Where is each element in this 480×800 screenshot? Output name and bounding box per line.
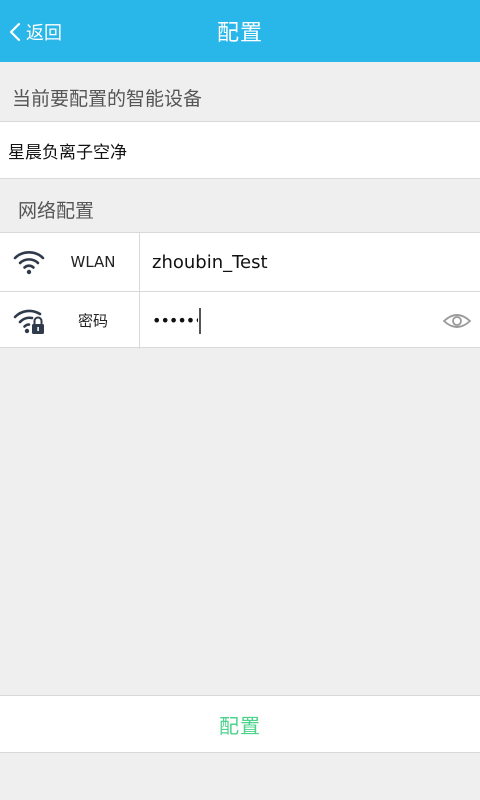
wifi-lock-icon — [13, 309, 44, 334]
ssid-input[interactable] — [152, 251, 432, 273]
chevron-left-icon — [9, 22, 21, 42]
password-label: 密码 — [77, 312, 108, 330]
device-section-label: 当前要配置的智能设备 — [12, 88, 203, 110]
back-button[interactable]: 返回 — [8, 14, 62, 50]
device-name: 星晨负离子空净 — [8, 142, 127, 163]
app-header: 返回 配置 — [0, 0, 480, 62]
wifi-icon — [13, 251, 45, 275]
page-title: 配置 — [216, 21, 263, 46]
wlan-row: WLAN — [0, 233, 480, 291]
wlan-value-cell — [140, 233, 480, 291]
text-caret — [199, 307, 201, 334]
wlan-label: WLAN — [70, 253, 116, 271]
password-row: 密码 — [0, 291, 480, 349]
back-label: 返回 — [26, 23, 62, 44]
network-section-label: 网络配置 — [18, 200, 95, 222]
config-button[interactable]: 配置 — [0, 695, 480, 753]
config-screen: 返回 配置 当前要配置的智能设备 星晨负离子空净 网络配置 WLAN zhoub… — [0, 0, 480, 800]
network-config-block: WLAN 密码 — [0, 232, 480, 349]
password-input[interactable] — [152, 311, 198, 330]
password-label-cell: 密码 — [0, 292, 140, 349]
eye-icon[interactable] — [442, 309, 472, 333]
password-value-cell — [140, 292, 480, 349]
device-row: 星晨负离子空净 — [0, 121, 480, 179]
wlan-label-cell: WLAN — [0, 233, 140, 291]
